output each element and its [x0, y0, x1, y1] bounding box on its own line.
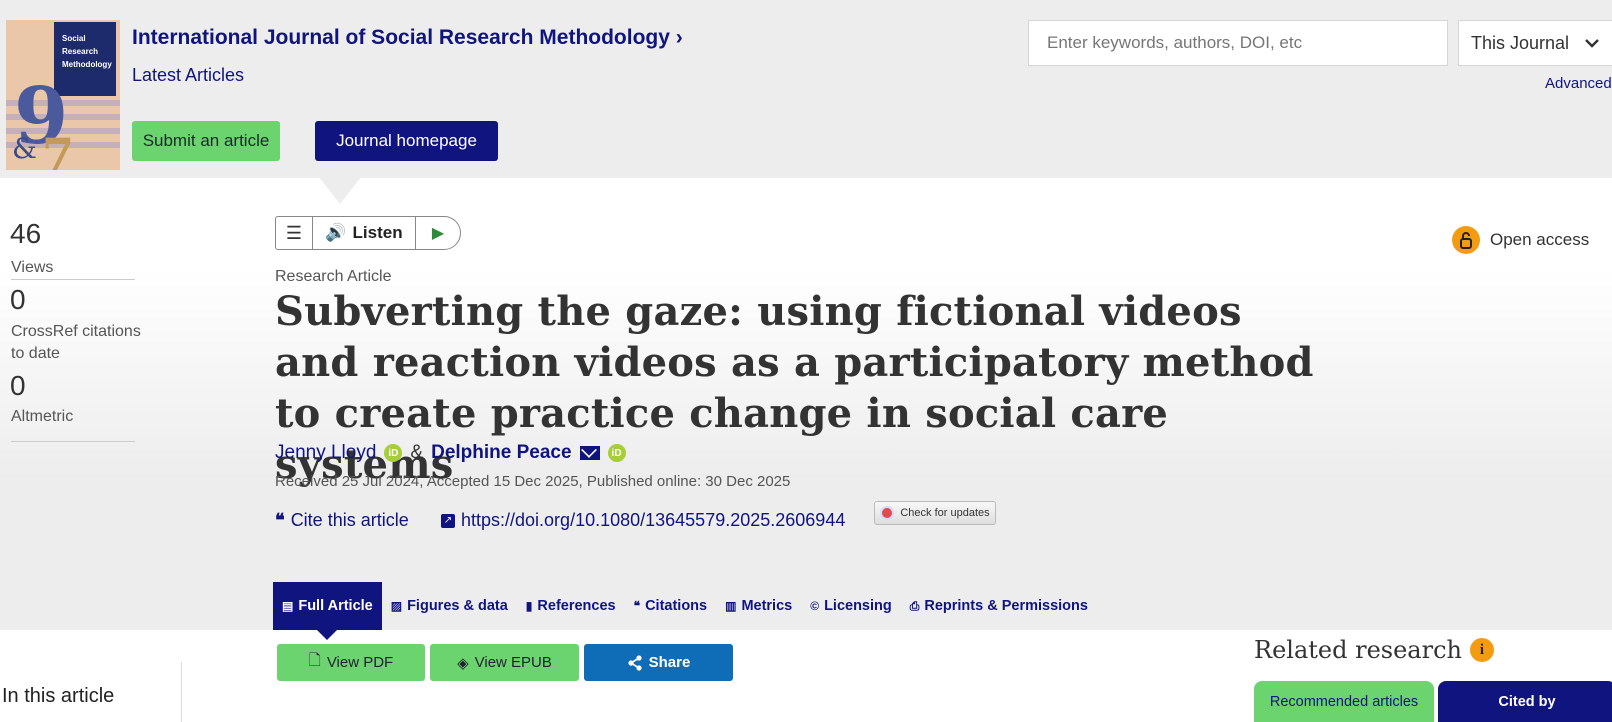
orcid-icon[interactable]: iD: [384, 444, 403, 462]
listen-widget: ☰ 🔊 Listen ▶: [275, 216, 461, 250]
cover-title-line: Methodology: [62, 60, 112, 69]
tab-label: Full Article: [298, 598, 373, 614]
listen-label: Listen: [352, 223, 403, 242]
orcid-icon[interactable]: iD: [607, 444, 626, 462]
view-pdf-label: View PDF: [326, 654, 394, 671]
tab-label: Figures & data: [407, 598, 508, 614]
share-label: Share: [648, 654, 691, 671]
author-link[interactable]: Jenny Lloyd: [275, 442, 376, 464]
article-type: Research Article: [275, 268, 392, 285]
metric-divider: [11, 279, 135, 280]
check-updates-label: Check for updates: [900, 507, 990, 519]
doi-link[interactable]: ↗ https://doi.org/10.1080/13645579.2025.…: [441, 510, 845, 531]
related-research-heading: Related research i: [1254, 636, 1494, 664]
tab-label: Licensing: [824, 598, 892, 614]
search-scope-value: This Journal: [1471, 32, 1570, 53]
metric-divider: [11, 441, 135, 442]
check-for-updates-button[interactable]: Check for updates: [874, 501, 996, 525]
tab-full-article[interactable]: ▤ Full Article: [273, 582, 382, 640]
print-icon: ⎙: [909, 598, 920, 613]
related-research-title: Related research: [1254, 636, 1462, 664]
cover-title-line: Research: [62, 47, 99, 56]
book-icon: ▮: [525, 599, 533, 613]
share-button[interactable]: Share: [584, 644, 733, 681]
copyright-icon: ©: [810, 599, 820, 613]
author-list: Jenny Lloyd iD & Delphine Peace iD: [275, 442, 626, 464]
metric-views-label: Views: [11, 259, 54, 276]
speaker-icon: 🔊: [325, 223, 347, 242]
lock-open-icon: [1452, 226, 1480, 254]
open-access-badge: Open access: [1452, 226, 1589, 254]
listen-button[interactable]: 🔊 Listen: [313, 217, 416, 249]
open-access-label: Open access: [1490, 230, 1590, 249]
tab-citations[interactable]: ❝ Citations: [625, 582, 717, 630]
info-icon[interactable]: i: [1469, 638, 1494, 662]
metric-views-value: 46: [10, 218, 42, 249]
image-icon: ▨: [390, 599, 403, 613]
metric-altmetric-label: Altmetric: [11, 408, 74, 425]
journal-title-link[interactable]: International Journal of Social Research…: [132, 26, 683, 50]
search-scope-select[interactable]: This Journal: [1458, 20, 1612, 66]
cover-logo-amp: &: [12, 132, 37, 165]
cover-logo-7: 7: [42, 128, 75, 170]
tab-label: Citations: [645, 598, 708, 614]
chevron-right-icon: ›: [675, 26, 683, 49]
tab-reprints-permissions[interactable]: ⎙ Reprints & Permissions: [901, 582, 1097, 630]
tab-licensing[interactable]: © Licensing: [801, 582, 901, 630]
bar-chart-icon: ▥: [725, 599, 737, 613]
tab-label: Metrics: [741, 598, 793, 614]
sidebar-divider: [181, 662, 182, 722]
author-link[interactable]: Delphine Peace: [431, 442, 571, 464]
tab-references[interactable]: ▮ References: [517, 582, 625, 630]
cite-label: Cite this article: [290, 510, 409, 530]
tab-label: Reprints & Permissions: [924, 598, 1088, 614]
play-icon[interactable]: ▶: [416, 217, 460, 249]
submit-article-button[interactable]: Submit an article: [132, 121, 280, 161]
cover-title-line: Social: [62, 34, 86, 43]
tab-figures-data[interactable]: ▨ Figures & data: [382, 582, 517, 630]
header-notch: [318, 176, 362, 204]
cite-article-link[interactable]: ❝ Cite this article: [275, 510, 409, 531]
tab-cited-by[interactable]: Cited by: [1438, 681, 1612, 722]
envelope-icon[interactable]: [579, 446, 600, 460]
quote-icon: ❝: [275, 510, 285, 531]
share-icon: [628, 654, 642, 671]
view-epub-button[interactable]: ◈ View EPUB: [430, 644, 579, 681]
epub-icon: ◈: [457, 654, 469, 672]
tab-label: References: [537, 598, 616, 614]
external-link-icon: ↗: [441, 513, 455, 528]
search-input[interactable]: Enter keywords, authors, DOI, etc: [1028, 20, 1448, 66]
tab-metrics[interactable]: ▥ Metrics: [716, 582, 801, 630]
pdf-icon: 🗋: [308, 652, 321, 669]
journal-homepage-button[interactable]: Journal homepage: [315, 121, 498, 161]
doi-text: https://doi.org/10.1080/13645579.2025.26…: [461, 510, 846, 530]
publication-dates: Received 25 Jul 2024, Accepted 15 Dec 20…: [275, 473, 791, 490]
chevron-down-icon: [1585, 39, 1599, 48]
quote-icon: ❝: [633, 599, 641, 613]
advanced-search-link[interactable]: Advanced: [1545, 75, 1612, 92]
metric-altmetric-value: 0: [10, 370, 26, 401]
tab-recommended-articles[interactable]: Recommended articles: [1254, 681, 1434, 722]
journal-cover-image[interactable]: Social Research Methodology 9 & 7: [6, 20, 120, 170]
document-icon: ▤: [282, 599, 294, 613]
journal-title-text: International Journal of Social Research…: [132, 26, 670, 49]
view-pdf-button[interactable]: 🗋 View PDF: [277, 644, 425, 681]
view-epub-label: View EPUB: [474, 654, 552, 671]
metric-crossref-value: 0: [10, 284, 26, 315]
crossmark-icon: [880, 506, 895, 520]
metric-crossref-label[interactable]: CrossRef citations to date: [11, 321, 141, 365]
latest-articles-link[interactable]: Latest Articles: [132, 65, 244, 86]
author-separator: &: [410, 442, 424, 463]
article-tabs: ▤ Full Article ▨ Figures & data ▮ Refere…: [273, 582, 1097, 640]
menu-icon[interactable]: ☰: [276, 217, 313, 249]
in-this-article-heading: In this article: [2, 685, 115, 707]
